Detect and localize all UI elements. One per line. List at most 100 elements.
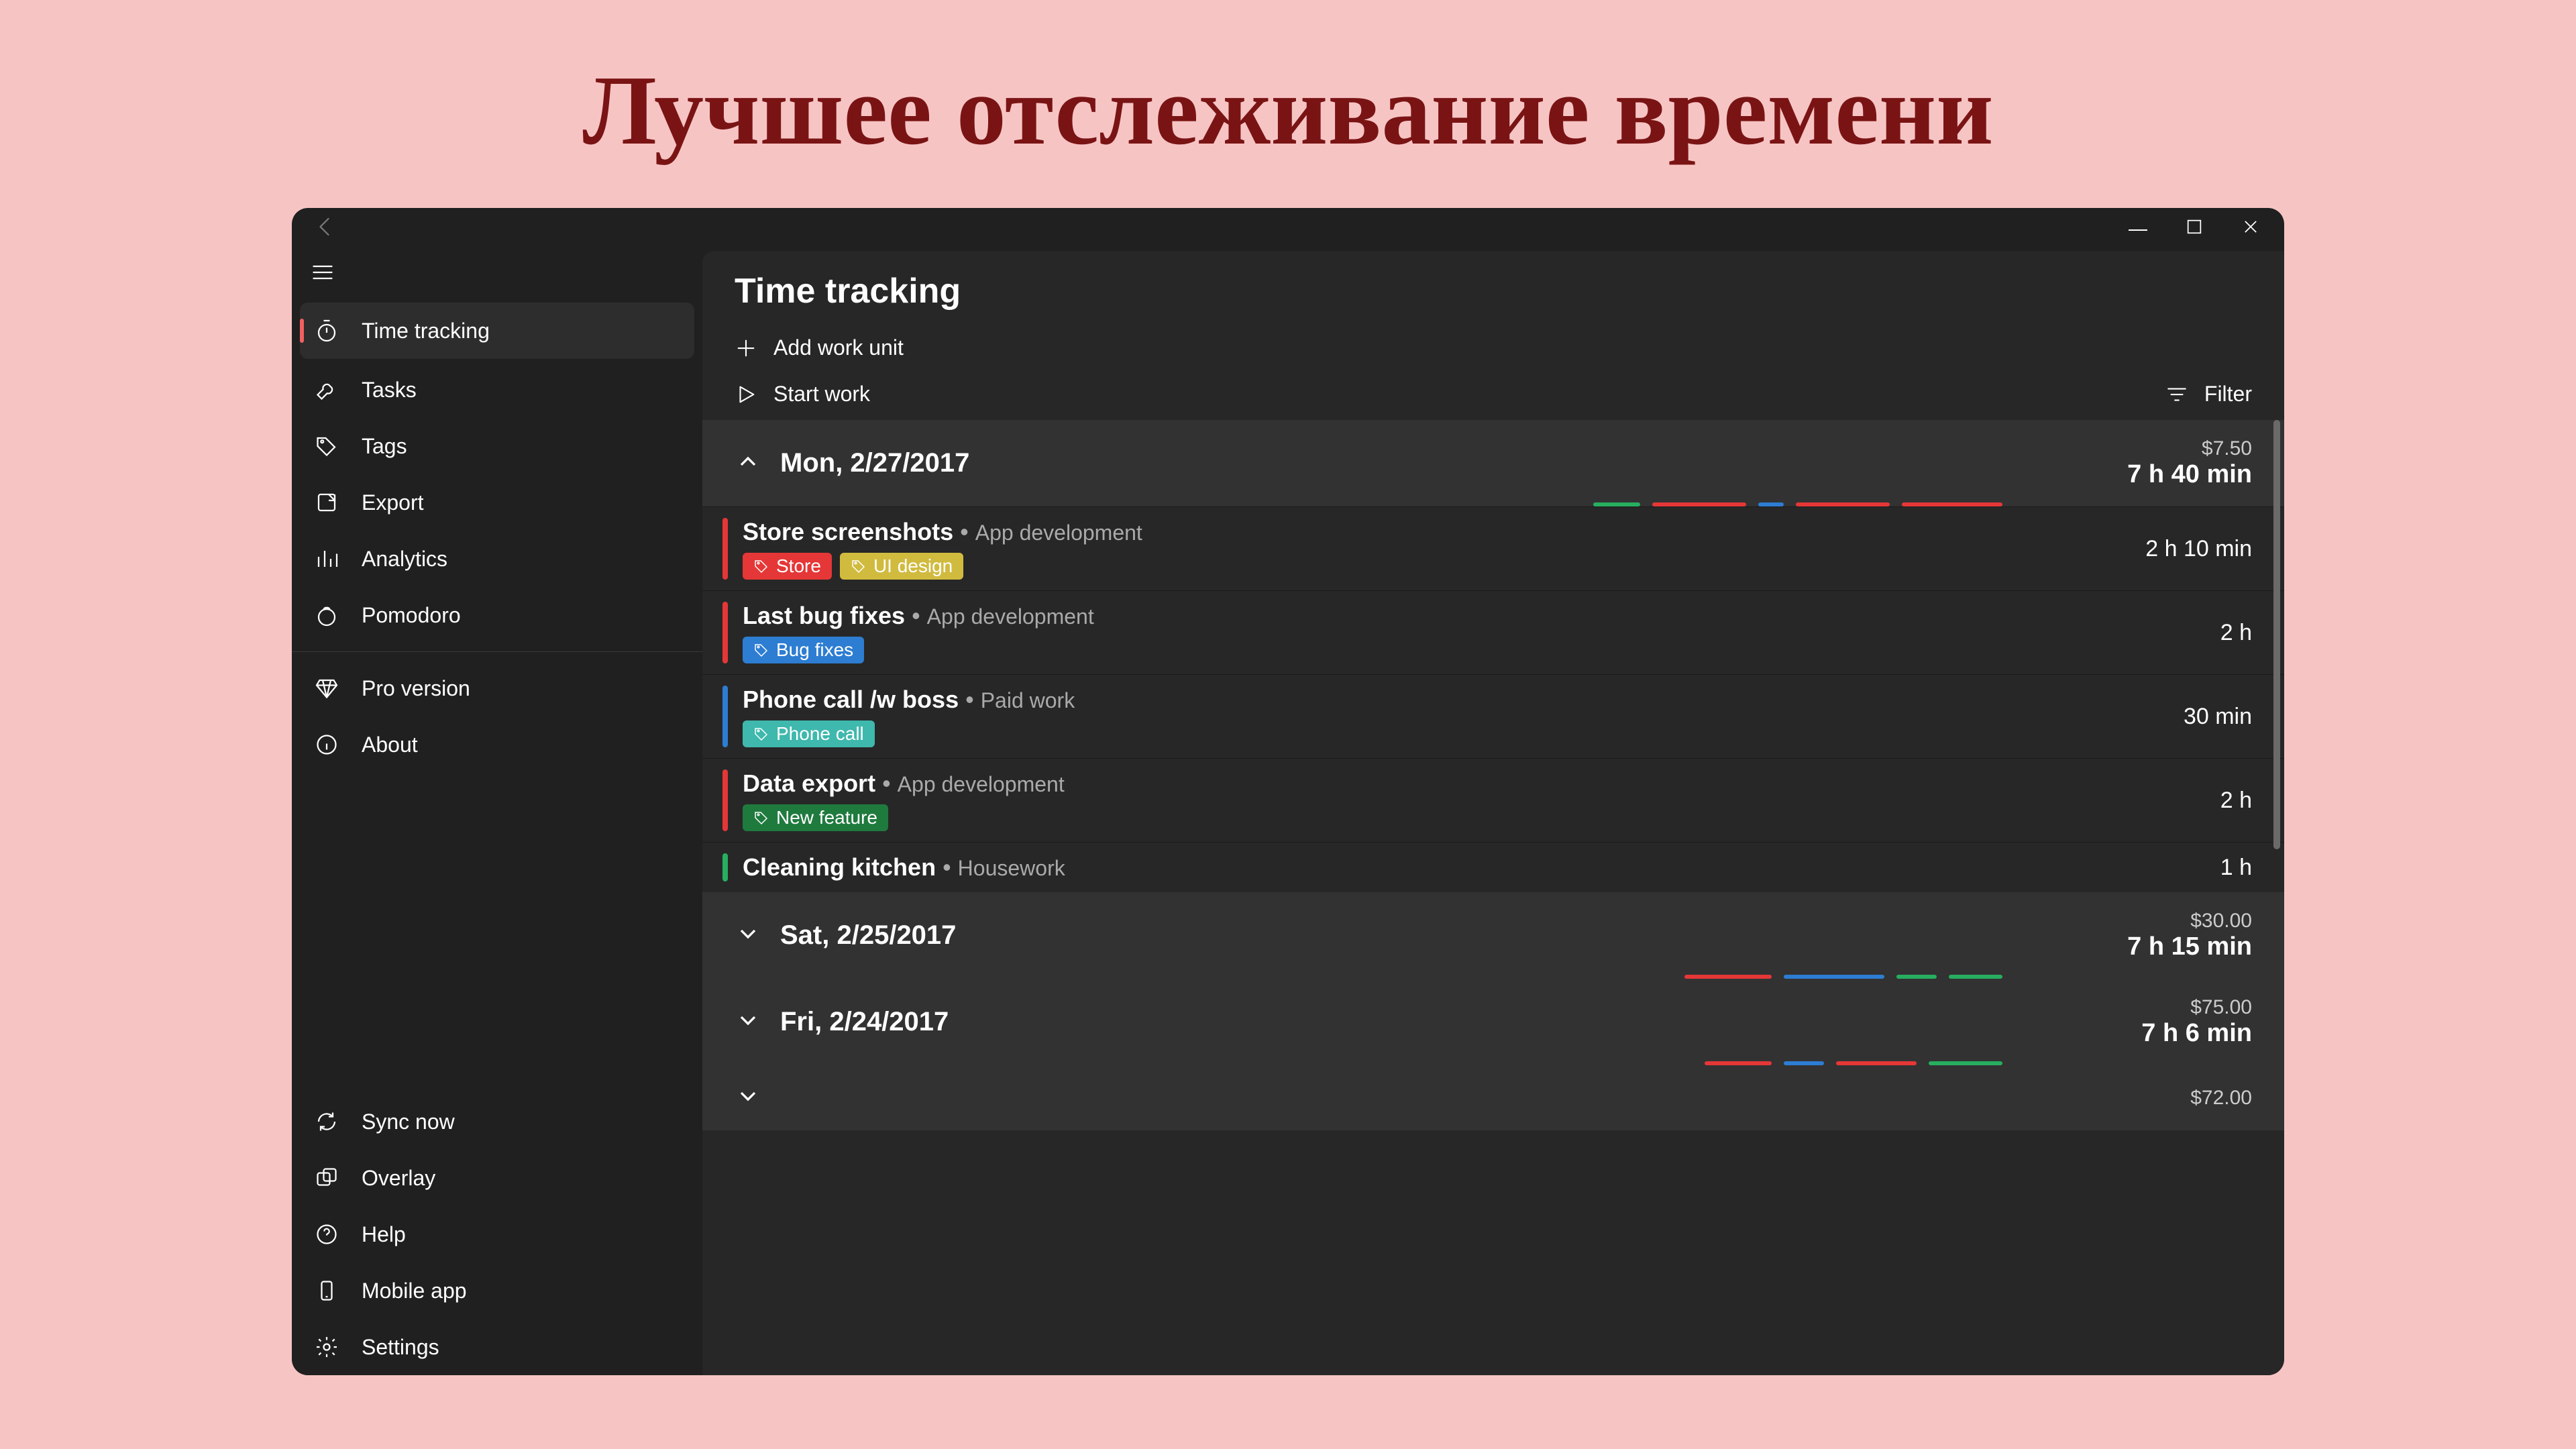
add-work-unit-button[interactable]: Add work unit	[735, 335, 904, 360]
day-header[interactable]: Fri, 2/24/2017 $75.007 h 6 min	[702, 979, 2284, 1065]
app-window: Time trackingTasksTagsExportAnalyticsPom…	[292, 208, 2284, 1375]
stopwatch-icon	[313, 317, 340, 344]
sidebar-item-settings[interactable]: Settings	[292, 1319, 702, 1375]
gear-icon	[313, 1334, 340, 1360]
sidebar-item-overlay[interactable]: Overlay	[292, 1150, 702, 1206]
sidebar-item-pomodoro[interactable]: Pomodoro	[292, 587, 702, 643]
day-price: $7.50	[2127, 437, 2252, 460]
tag-label: UI design	[873, 555, 953, 577]
entry-duration: 2 h	[2220, 620, 2252, 646]
entry-tags: Bug fixes	[743, 637, 2220, 663]
entry-project: Paid work	[981, 688, 1075, 713]
export-icon	[313, 489, 340, 516]
entry-title: Cleaning kitchen	[743, 853, 936, 881]
filter-button[interactable]: Filter	[2165, 382, 2252, 407]
tag-label: Bug fixes	[776, 639, 853, 661]
time-entry[interactable]: Data export • App developmentNew feature…	[702, 758, 2284, 842]
sync-icon	[313, 1108, 340, 1135]
entry-tags: New feature	[743, 804, 2220, 831]
entry-stripe	[722, 518, 728, 580]
tag-label: Store	[776, 555, 821, 577]
sidebar-item-tags[interactable]: Tags	[292, 418, 702, 474]
maximize-icon[interactable]	[2185, 217, 2204, 239]
day-header[interactable]: Mon, 2/27/2017 $7.507 h 40 min	[702, 420, 2284, 506]
sidebar-item-pro[interactable]: Pro version	[292, 660, 702, 716]
day-header[interactable]: Sat, 2/25/2017 $30.007 h 15 min	[702, 892, 2284, 979]
entry-duration: 2 h 10 min	[2145, 536, 2252, 562]
page-heading: Лучшее отслеживание времени	[0, 0, 2576, 168]
sidebar-item-export[interactable]: Export	[292, 474, 702, 531]
day-header[interactable]: $72.00	[702, 1065, 2284, 1130]
day-duration: 7 h 15 min	[2127, 932, 2252, 961]
day-date: Sat, 2/25/2017	[780, 920, 956, 951]
minimize-icon[interactable]	[2129, 222, 2147, 234]
day-price: $30.00	[2127, 910, 2252, 932]
day-date: Mon, 2/27/2017	[780, 448, 969, 478]
time-entry[interactable]: Phone call /w boss • Paid workPhone call…	[702, 674, 2284, 758]
back-icon[interactable]	[313, 215, 337, 242]
day-price: $72.00	[2190, 1087, 2252, 1110]
entry-project: App development	[975, 521, 1142, 545]
entry-tags: Phone call	[743, 720, 2184, 747]
tag-label: New feature	[776, 807, 877, 828]
day-date: Fri, 2/24/2017	[780, 1007, 949, 1037]
day-price: $75.00	[2141, 996, 2252, 1019]
tag[interactable]: Phone call	[743, 720, 875, 747]
help-icon	[313, 1221, 340, 1248]
entry-duration: 30 min	[2184, 704, 2252, 730]
chevron-up-icon	[735, 448, 761, 478]
sidebar-item-label: Tags	[362, 434, 407, 459]
entry-project: Housework	[958, 856, 1065, 881]
sidebar-item-sync[interactable]: Sync now	[292, 1093, 702, 1150]
close-icon[interactable]	[2241, 217, 2260, 239]
start-work-label: Start work	[773, 382, 870, 407]
start-work-button[interactable]: Start work	[735, 382, 870, 407]
filter-label: Filter	[2204, 382, 2252, 407]
entry-stripe	[722, 602, 728, 663]
sidebar-item-time-tracking[interactable]: Time tracking	[300, 303, 694, 359]
tag[interactable]: Bug fixes	[743, 637, 864, 663]
sidebar-item-label: Analytics	[362, 547, 447, 572]
sidebar-item-help[interactable]: Help	[292, 1206, 702, 1263]
entry-stripe	[722, 686, 728, 747]
sidebar-item-label: Export	[362, 490, 423, 515]
entry-project: App development	[927, 604, 1094, 629]
day-duration: 7 h 6 min	[2141, 1019, 2252, 1048]
entry-project: App development	[898, 772, 1065, 797]
chevron-down-icon	[735, 1083, 761, 1113]
entry-stripe	[722, 769, 728, 831]
time-entry[interactable]: Last bug fixes • App developmentBug fixe…	[702, 590, 2284, 674]
chevron-down-icon	[735, 920, 761, 951]
hamburger-icon[interactable]	[292, 248, 702, 300]
titlebar	[292, 208, 2284, 248]
sidebar-item-analytics[interactable]: Analytics	[292, 531, 702, 587]
entry-title: Phone call /w boss	[743, 686, 959, 714]
day-duration: 7 h 40 min	[2127, 460, 2252, 489]
pomodoro-icon	[313, 602, 340, 629]
overlay-icon	[313, 1165, 340, 1191]
sidebar-item-tasks[interactable]: Tasks	[292, 362, 702, 418]
page-title: Time tracking	[735, 271, 2252, 311]
info-icon	[313, 731, 340, 758]
tag[interactable]: UI design	[840, 553, 963, 580]
sidebar-item-label: Mobile app	[362, 1279, 467, 1303]
sidebar-item-label: Settings	[362, 1335, 439, 1360]
scrollbar[interactable]	[2273, 420, 2282, 1375]
chevron-down-icon	[735, 1007, 761, 1037]
time-entry[interactable]: Store screenshots • App developmentStore…	[702, 506, 2284, 590]
sidebar-item-label: Help	[362, 1222, 406, 1247]
sidebar-item-label: Sync now	[362, 1110, 455, 1134]
tag[interactable]: Store	[743, 553, 832, 580]
wrench-icon	[313, 376, 340, 403]
sidebar-item-about[interactable]: About	[292, 716, 702, 773]
sidebar-item-label: About	[362, 733, 418, 757]
entry-title: Last bug fixes	[743, 602, 905, 630]
entry-duration: 1 h	[2220, 855, 2252, 881]
sidebar-item-mobile[interactable]: Mobile app	[292, 1263, 702, 1319]
tag-icon	[313, 433, 340, 460]
entry-stripe	[722, 853, 728, 881]
tag[interactable]: New feature	[743, 804, 888, 831]
entry-title: Store screenshots	[743, 518, 953, 546]
diamond-icon	[313, 675, 340, 702]
time-entry[interactable]: Cleaning kitchen • Housework1 h	[702, 842, 2284, 892]
